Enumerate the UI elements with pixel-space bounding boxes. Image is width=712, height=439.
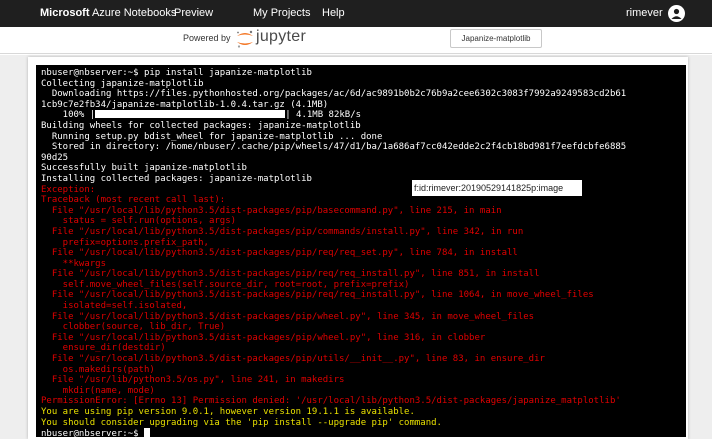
terminal-line: Building wheels for collected packages: …	[41, 121, 686, 132]
terminal-line-text: File "/usr/local/lib/python3.5/dist-pack…	[41, 311, 535, 322]
terminal-line: You are using pip version 9.0.1, however…	[41, 407, 686, 418]
terminal-line: Downloading https://files.pythonhosted.o…	[41, 89, 686, 100]
terminal-line: File "/usr/local/lib/python3.5/dist-pack…	[41, 354, 686, 365]
terminal-line: File "/usr/local/lib/python3.5/dist-pack…	[41, 206, 686, 217]
terminal-line-text: Traceback (most recent call last):	[41, 195, 226, 206]
powered-by-label: Powered by	[183, 33, 231, 43]
terminal-line-text: status = self.run(options, args)	[41, 216, 237, 227]
terminal-line-text: Running setup.py bdist_wheel for japaniz…	[41, 131, 383, 142]
terminal-line-text: 90d25	[41, 152, 69, 163]
terminal-line-text: clobber(source, lib_dir, True)	[41, 322, 226, 333]
terminal-line-text: You are using pip version 9.0.1, however…	[41, 407, 415, 417]
jupyter-wordmark: jupyter	[256, 28, 307, 45]
terminal-line-text: You should consider upgrading via the 'p…	[41, 417, 442, 428]
terminal-output[interactable]: nbuser@nbserver:~$ pip install japanize-…	[36, 65, 686, 437]
terminal-line-text: **kwargs	[41, 258, 107, 269]
terminal-line: isolated=self.isolated,	[41, 301, 686, 312]
terminal-line: File "/usr/local/lib/python3.5/dist-pack…	[41, 333, 686, 344]
image-id-overlay: f:id:rimever:20190529141825p:image	[412, 180, 582, 196]
terminal-line: prefix=options.prefix_path,	[41, 238, 686, 249]
terminal-line: File "/usr/local/lib/python3.5/dist-pack…	[41, 312, 686, 323]
terminal-line: mkdir(name, mode)	[41, 386, 686, 397]
terminal-line-text: nbuser@nbserver:~$ pip install japanize-…	[41, 68, 312, 78]
terminal-line-text: Collecting japanize-matplotlib	[41, 78, 204, 89]
terminal-line-text: mkdir(name, mode)	[41, 385, 155, 396]
terminal-line-text: 1cb9c7e2fb34/japanize-matplotlib-1.0.4.t…	[41, 99, 329, 110]
terminal-line: **kwargs	[41, 259, 686, 270]
terminal-line: status = self.run(options, args)	[41, 216, 686, 227]
terminal-line-text: ensure_dir(destdir)	[41, 343, 166, 354]
terminal-line: os.makedirs(path)	[41, 365, 686, 376]
user-avatar-icon[interactable]	[668, 5, 685, 22]
terminal-line: Exception:	[41, 185, 686, 196]
brand-microsoft: Microsoft	[40, 7, 90, 19]
terminal-line-text: isolated=self.isolated,	[41, 301, 188, 312]
terminal-line: Installing collected packages: japanize-…	[41, 174, 686, 185]
terminal-cursor	[143, 428, 150, 437]
terminal-line: 100% | | 4.1MB 82kB/s	[41, 110, 686, 121]
terminal-line: 1cb9c7e2fb34/japanize-matplotlib-1.0.4.t…	[41, 100, 686, 111]
terminal-line-text: File "/usr/local/lib/python3.5/dist-pack…	[41, 269, 540, 280]
help-link[interactable]: Help	[322, 7, 345, 19]
notebook-name-field[interactable]: Japanize-matplotlib	[450, 29, 542, 48]
jupyter-logo-icon	[234, 29, 256, 49]
terminal-line-text: Building wheels for collected packages: …	[41, 120, 361, 131]
terminal-line-text: File "/usr/local/lib/python3.5/dist-pack…	[41, 226, 524, 237]
terminal-line: 90d25	[41, 153, 686, 164]
terminal-line: PermissionError: [Errno 13] Permission d…	[41, 396, 686, 407]
terminal-line-text: Exception:	[41, 184, 96, 195]
terminal-line: Traceback (most recent call last):	[41, 195, 686, 206]
my-projects-link[interactable]: My Projects	[253, 7, 310, 19]
notebook-header	[0, 27, 712, 54]
terminal-line-text: PermissionError: [Errno 13] Permission d…	[41, 396, 621, 407]
terminal-line: Successfully built japanize-matplotlib	[41, 163, 686, 174]
terminal-line: ensure_dir(destdir)	[41, 343, 686, 354]
terminal-line-text: 100% |	[41, 110, 96, 121]
terminal-line-text: File "/usr/local/lib/python3.5/dist-pack…	[41, 332, 486, 343]
brand-azure-notebooks: Azure Notebooks	[89, 7, 177, 19]
download-progress-text: | 4.1MB 82kB/s	[285, 110, 362, 121]
terminal-line-text: Downloading https://files.pythonhosted.o…	[41, 89, 627, 100]
terminal-line-text: Installing collected packages: japanize-…	[41, 173, 312, 184]
terminal-line-text: File "/usr/lib/python3.5/os.py", line 24…	[41, 375, 345, 386]
terminal-line: File "/usr/local/lib/python3.5/dist-pack…	[41, 269, 686, 280]
terminal-line-text: os.makedirs(path)	[41, 364, 155, 375]
terminal-line: File "/usr/local/lib/python3.5/dist-pack…	[41, 290, 686, 301]
terminal-line: self.move_wheel_files(self.source_dir, r…	[41, 280, 686, 291]
terminal-line-text: Successfully built japanize-matplotlib	[41, 163, 247, 174]
terminal-line: Running setup.py bdist_wheel for japaniz…	[41, 132, 686, 143]
terminal-line-text: File "/usr/local/lib/python3.5/dist-pack…	[41, 205, 502, 216]
terminal-line: File "/usr/local/lib/python3.5/dist-pack…	[41, 227, 686, 238]
terminal-line: nbuser@nbserver:~$	[41, 428, 686, 437]
terminal-line-text: File "/usr/local/lib/python3.5/dist-pack…	[41, 354, 545, 365]
username-label[interactable]: rimever	[626, 7, 663, 19]
terminal-line: Collecting japanize-matplotlib	[41, 79, 686, 90]
terminal-line: You should consider upgrading via the 'p…	[41, 418, 686, 429]
terminal-line: clobber(source, lib_dir, True)	[41, 322, 686, 333]
terminal-line-text: prefix=options.prefix_path,	[41, 237, 209, 248]
app-brand[interactable]: Microsoft Azure Notebooks	[40, 7, 176, 19]
terminal-line-text: nbuser@nbserver:~$	[41, 429, 144, 437]
preview-link[interactable]: Preview	[174, 7, 213, 19]
download-progress-bar	[95, 110, 286, 119]
terminal-line: nbuser@nbserver:~$ pip install japanize-…	[41, 68, 686, 79]
terminal-line-text: File "/usr/local/lib/python3.5/dist-pack…	[41, 290, 594, 301]
terminal-line-text: Stored in directory: /home/nbuser/.cache…	[41, 142, 627, 153]
terminal-line-text: File "/usr/local/lib/python3.5/dist-pack…	[41, 248, 518, 259]
terminal-line: Stored in directory: /home/nbuser/.cache…	[41, 142, 686, 153]
terminal-line: File "/usr/lib/python3.5/os.py", line 24…	[41, 375, 686, 386]
terminal-line-text: self.move_wheel_files(self.source_dir, r…	[41, 279, 410, 290]
terminal-line: File "/usr/local/lib/python3.5/dist-pack…	[41, 248, 686, 259]
top-navigation-bar: Microsoft Azure Notebooks Preview My Pro…	[0, 0, 712, 27]
